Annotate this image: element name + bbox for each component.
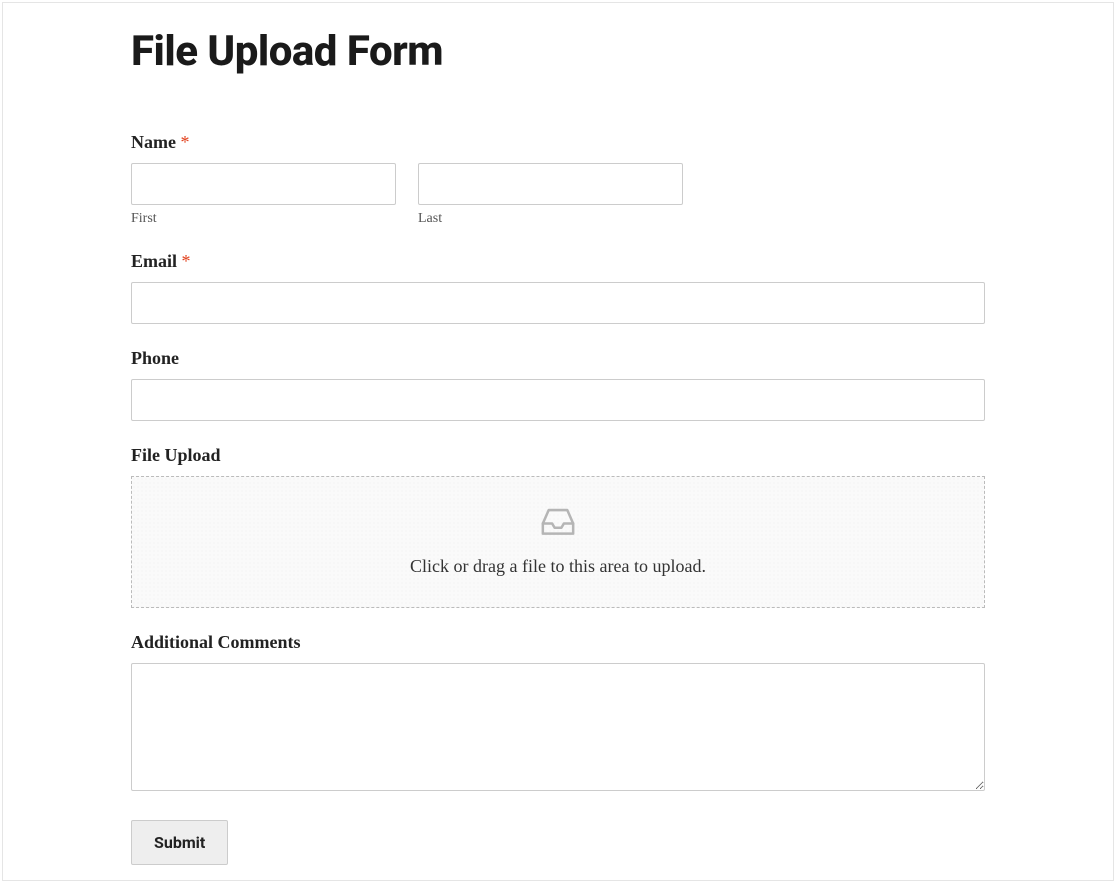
email-label-text: Email [131,251,177,271]
file-upload-field: File Upload Click or drag a file to this… [131,445,985,608]
required-marker: * [182,251,191,271]
comments-textarea[interactable] [131,663,985,791]
page-title: File Upload Form [131,27,985,76]
file-dropzone[interactable]: Click or drag a file to this area to upl… [131,476,985,608]
file-upload-label: File Upload [131,445,985,466]
inbox-icon [539,505,577,542]
form-container: File Upload Form Name * First Last Email… [2,2,1114,881]
dropzone-text: Click or drag a file to this area to upl… [152,556,964,577]
last-name-input[interactable] [418,163,683,205]
name-label-text: Name [131,132,176,152]
phone-label-text: Phone [131,348,179,368]
email-label: Email * [131,251,985,272]
comments-label: Additional Comments [131,632,985,653]
file-upload-label-text: File Upload [131,445,221,465]
last-name-col: Last [418,163,683,227]
phone-label: Phone [131,348,985,369]
email-field: Email * [131,251,985,324]
first-name-sublabel: First [131,211,396,227]
comments-label-text: Additional Comments [131,632,301,652]
submit-button[interactable]: Submit [131,820,228,865]
comments-field: Additional Comments [131,632,985,796]
phone-input[interactable] [131,379,985,421]
email-input[interactable] [131,282,985,324]
last-name-sublabel: Last [418,211,683,227]
phone-field: Phone [131,348,985,421]
required-marker: * [180,132,189,152]
name-row: First Last [131,163,985,227]
first-name-input[interactable] [131,163,396,205]
name-label: Name * [131,132,985,153]
name-field: Name * First Last [131,132,985,227]
first-name-col: First [131,163,396,227]
